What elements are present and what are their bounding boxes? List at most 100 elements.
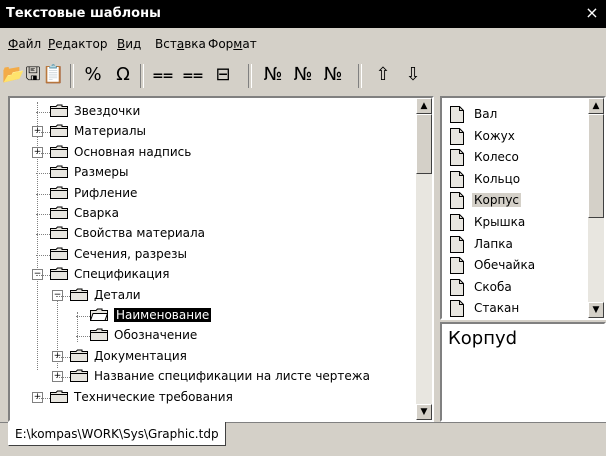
folder-icon [50,267,68,281]
percent-icon[interactable]: % [82,62,104,88]
folder-icon [50,104,68,117]
omega-icon[interactable]: Ω [112,62,134,88]
scroll-up-button[interactable]: ▲ [416,98,432,114]
document-icon [450,235,464,253]
menu-bar: Файл Редактор Вид Вставка Формат [0,28,606,56]
tree-item-label: Обозначение [114,328,198,343]
scroll-thumb[interactable] [588,114,604,218]
document-icon [450,278,464,296]
tree-item[interactable]: Размеры [10,163,410,183]
toolbar-separator [358,64,362,88]
title-bar[interactable]: Текстовые шаблоны × [0,0,606,28]
open-icon[interactable]: 📂 [2,62,24,88]
preview-text: Корпуd [448,328,518,349]
list-vertical-scrollbar[interactable]: ▲ ▼ [588,98,604,318]
list-item[interactable]: Крышка [450,212,580,234]
list-item[interactable]: Стакан [450,298,580,320]
folder-icon [70,288,88,301]
tree-connector [36,397,50,400]
tree-connector [36,254,50,257]
save-icon[interactable]: 🖫 [22,62,44,88]
tree-item-label: Свойства материала [74,226,205,241]
tree-item-label: Основная надпись [74,144,192,159]
list-item[interactable]: Вал [450,104,580,126]
tree-item[interactable]: + Название спецификации на листе чертежа [10,367,410,387]
tree-connector [56,377,70,379]
tree-connector [36,193,50,196]
list-item[interactable]: Обечайка [450,255,580,277]
tree-item-label: Сварка [74,206,120,220]
folder-icon [50,186,68,199]
folder-icon [70,349,88,362]
menu-0[interactable]: Файл [8,37,41,51]
scroll-up-button[interactable]: ▲ [588,98,604,114]
list-item-label: Крышка [474,215,526,229]
paste-icon[interactable]: 📋 [42,62,64,88]
scroll-down-button[interactable]: ▼ [588,302,604,318]
move-up-icon[interactable]: ⇧ [372,62,394,88]
tree-connector [36,214,50,216]
list-item-label: Колесо [474,150,519,165]
scroll-thumb[interactable] [416,114,432,174]
tree-item[interactable]: + Материалы [10,122,410,142]
numbered-line-icon[interactable]: № [262,62,284,88]
tree-item[interactable]: + Технические требования [10,388,410,408]
list-item-label: Обечайка [474,258,536,273]
list-item-label: Вал [474,107,498,121]
document-icon [450,170,464,188]
menu-2[interactable]: Вид [117,37,141,51]
numbered-table-icon[interactable]: № [322,62,344,88]
tree-item[interactable]: Рифление [10,184,410,204]
tree-item-label: Технические требования [74,389,233,404]
folder-icon [50,124,68,138]
menu-3[interactable]: Вставка [155,37,206,51]
document-icon [450,127,464,145]
close-icon[interactable]: × [584,4,600,22]
menu-4[interactable]: Формат [208,37,257,51]
move-down-icon[interactable]: ⇩ [402,62,424,88]
template-tree[interactable]: Звездочки + Материалы + Основная надпись Разм… [8,96,434,422]
tree-item[interactable]: + Основная надпись [10,143,410,163]
tree-vertical-scrollbar[interactable]: ▲ ▼ [416,98,432,420]
toolbar: 📂 🖫 📋% Ω ⩵ ⩵ ⊟ № № № ⇧ ⇩ [0,60,606,92]
tree-item-label: Название спецификации на листе чертежа [94,369,370,384]
list-item[interactable]: Кожух [450,126,580,148]
list-item-label: Кольцо [474,171,521,186]
tree-item-label: Размеры [74,165,129,180]
list-item[interactable]: Корпус [450,190,580,212]
folder-icon [89,308,109,321]
tree-item[interactable]: Свойства материала [10,224,410,244]
list-item[interactable]: Кольцо [450,169,580,191]
list-item[interactable]: Лапка [450,234,580,256]
list-item[interactable]: Колесо [450,147,580,169]
insert-line-below-icon[interactable]: ⩵ [182,62,204,88]
toolbar-separator [70,64,74,88]
list-item[interactable]: Скоба [450,277,580,299]
insert-table-icon[interactable]: ⊟ [212,62,234,88]
tree-item-label: Материалы [74,124,146,139]
document-icon [450,300,464,318]
template-list[interactable]: Вал Кожух Колесо Кольцо Корпус Крышка Лапка Обе… [440,96,606,320]
tree-item[interactable]: Звездочки [10,102,410,122]
toolbar-separator [140,64,144,88]
scroll-down-button[interactable]: ▼ [416,404,432,420]
file-tab[interactable]: E:\kompas\WORK\Sys\Graphic.tdp [8,422,226,446]
tree-item[interactable]: + Документация [10,347,410,367]
tree-item[interactable]: Обозначение [10,326,410,346]
menu-1[interactable]: Редактор [48,37,107,51]
document-icon [450,149,464,167]
document-icon [450,192,464,210]
insert-line-above-icon[interactable]: ⩵ [152,62,174,88]
folder-icon [90,328,108,342]
list-item-label: Скоба [474,279,512,294]
document-icon [450,214,464,231]
tree-item[interactable]: − Спецификация [10,265,410,285]
tree-item-label: Документация [94,348,187,363]
tree-item[interactable]: Наименование [10,306,410,326]
numbered-line-2-icon[interactable]: № [292,62,314,88]
tree-item[interactable]: Сечения, разрезы [10,245,410,265]
tree-item[interactable]: Сварка [10,204,410,224]
tree-item[interactable]: − Детали [10,286,410,306]
tree-connector [76,336,90,338]
folder-icon [50,390,68,403]
